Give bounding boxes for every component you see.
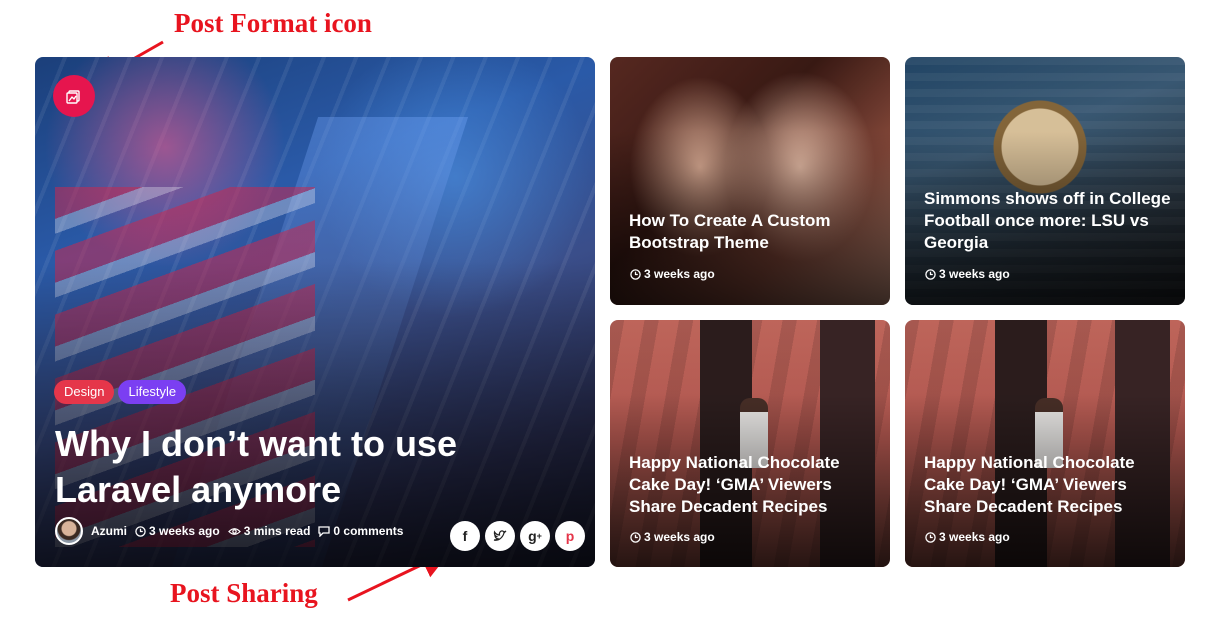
post-card-title[interactable]: Happy National Chocolate Cake Day! ‘GMA’… — [924, 452, 1174, 518]
clock-icon — [925, 531, 936, 543]
pinterest-icon[interactable]: p — [555, 521, 585, 551]
eye-icon — [227, 527, 241, 535]
comment-count[interactable]: 0 comments — [318, 524, 403, 538]
featured-post-card[interactable]: Design Lifestyle Why I don’t want to use… — [35, 57, 595, 567]
post-card[interactable]: How To Create A Custom Bootstrap Theme 3… — [610, 57, 890, 305]
post-card[interactable]: Happy National Chocolate Cake Day! ‘GMA’… — [610, 320, 890, 567]
comment-icon — [318, 525, 331, 537]
share-buttons: f g + p — [450, 521, 585, 551]
annotation-post-sharing: Post Sharing — [170, 578, 318, 608]
post-card-title[interactable]: How To Create A Custom Bootstrap Theme — [629, 210, 879, 254]
post-card-title[interactable]: Simmons shows off in College Football on… — [924, 188, 1174, 254]
post-date: 3 weeks ago — [135, 524, 220, 538]
tag-design[interactable]: Design — [54, 380, 115, 404]
post-card-title[interactable]: Happy National Chocolate Cake Day! ‘GMA’… — [629, 452, 879, 518]
tag-lifestyle[interactable]: Lifestyle — [118, 380, 187, 404]
clock-icon — [925, 268, 936, 280]
annotation-post-format: Post Format icon — [174, 8, 372, 38]
twitter-icon[interactable] — [485, 521, 515, 551]
post-meta: Azumi 3 weeks ago 3 mins read 0 comments — [55, 517, 403, 545]
post-date: 3 weeks ago — [630, 267, 715, 281]
post-date: 3 weeks ago — [630, 530, 715, 544]
read-time: 3 mins read — [227, 524, 310, 538]
clock-icon — [630, 531, 641, 543]
image-gallery-icon[interactable] — [53, 75, 95, 117]
post-date: 3 weeks ago — [925, 530, 1010, 544]
featured-post-title[interactable]: Why I don’t want to use Laravel anymore — [55, 421, 475, 513]
post-date: 3 weeks ago — [925, 267, 1010, 281]
avatar[interactable] — [55, 517, 83, 545]
clock-icon — [135, 525, 146, 537]
google-plus-icon[interactable]: g + — [520, 521, 550, 551]
facebook-icon[interactable]: f — [450, 521, 480, 551]
post-tags: Design Lifestyle — [54, 380, 187, 404]
post-card[interactable]: Happy National Chocolate Cake Day! ‘GMA’… — [905, 320, 1185, 567]
author-name[interactable]: Azumi — [91, 524, 127, 538]
clock-icon — [630, 268, 641, 280]
post-card[interactable]: Simmons shows off in College Football on… — [905, 57, 1185, 305]
